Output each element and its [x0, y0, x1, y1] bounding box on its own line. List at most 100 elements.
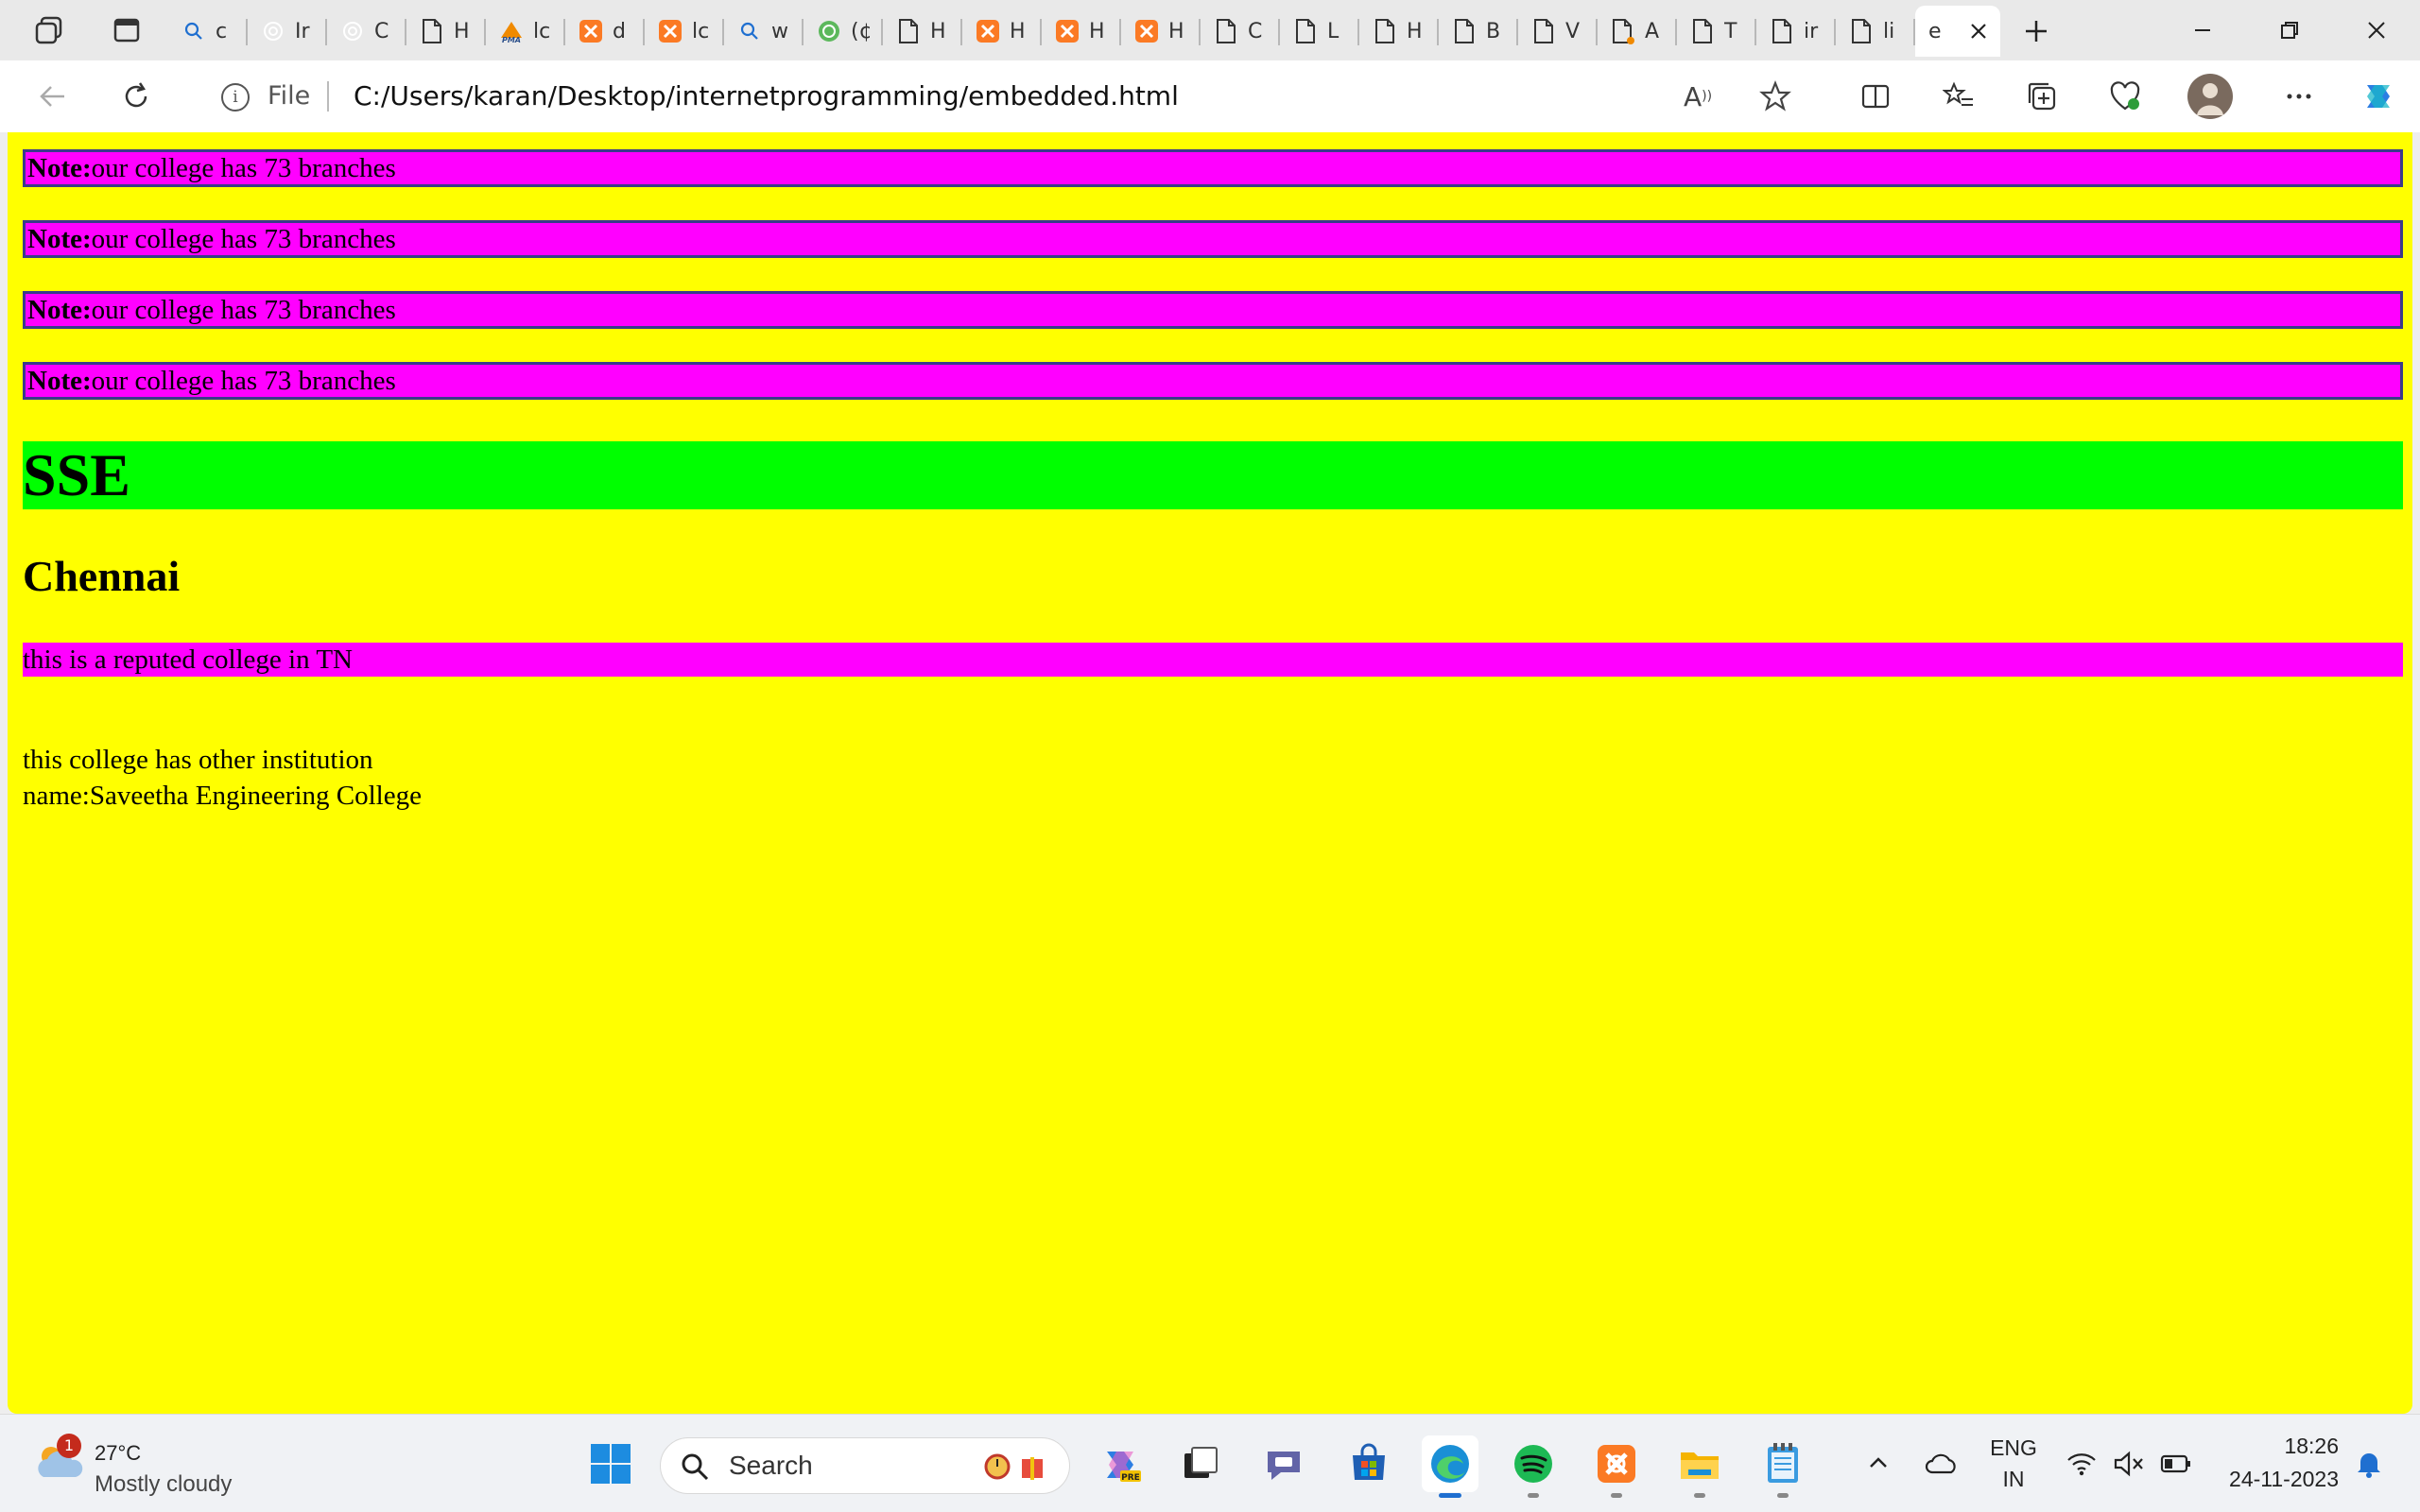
microsoft-store-icon[interactable]	[1340, 1435, 1397, 1492]
task-view-icon[interactable]	[1172, 1435, 1229, 1492]
tab-list: c Ir C H PMA lc d lc w (¢ H H H H C L H B V A Tir li e	[168, 6, 2065, 57]
notepad-icon[interactable]	[1754, 1435, 1811, 1498]
search-highlight-icon	[984, 1453, 1043, 1480]
green-circle-icon	[815, 17, 843, 45]
chatgpt-icon	[259, 17, 287, 45]
browser-tab[interactable]: B	[1439, 6, 1518, 57]
language-code: ENG	[1990, 1435, 2037, 1460]
chevron-up-icon[interactable]	[1862, 1447, 1894, 1479]
tab-title: H	[454, 19, 470, 43]
page-icon	[1212, 17, 1240, 45]
browser-tab[interactable]: c	[168, 6, 248, 57]
note-text: our college has 73 branches	[91, 295, 396, 325]
language-indicator[interactable]: ENG IN	[1989, 1435, 2038, 1492]
teams-chat-icon[interactable]	[1255, 1435, 1312, 1492]
tab-title: T	[1724, 19, 1737, 43]
browser-essentials-icon[interactable]	[2104, 76, 2146, 117]
note-box-2: Note:our college has 73 branches	[23, 220, 2403, 258]
back-icon[interactable]	[32, 76, 74, 117]
address-bar[interactable]: i File C:/Users/karan/Desktop/internetpr…	[187, 68, 1823, 125]
taskbar-search[interactable]: Search	[660, 1437, 1070, 1494]
browser-tab[interactable]: w	[724, 6, 804, 57]
tab-strip: c Ir C H PMA lc d lc w (¢ H H H H C L H B V A Tir li e	[0, 0, 2420, 60]
new-tab-plus-icon[interactable]	[2008, 6, 2065, 57]
xampp-taskbar-icon[interactable]	[1588, 1435, 1645, 1498]
region-code: IN	[2002, 1467, 2025, 1491]
site-info-icon[interactable]: i	[221, 83, 250, 112]
browser-tab[interactable]: A	[1598, 6, 1677, 57]
search-label: Search	[729, 1451, 813, 1480]
browser-tab[interactable]: li	[1836, 6, 1915, 57]
split-screen-icon[interactable]	[1855, 76, 1896, 117]
page-icon	[894, 17, 923, 45]
svg-text:PRE: PRE	[1121, 1473, 1140, 1483]
browser-tab[interactable]: Ir	[248, 6, 327, 57]
browser-tab[interactable]: (¢	[804, 6, 883, 57]
running-indicator	[1611, 1493, 1622, 1498]
close-tab-icon[interactable]	[1966, 19, 1991, 43]
browser-tab[interactable]: H	[1042, 6, 1121, 57]
start-button[interactable]	[582, 1435, 639, 1492]
clock[interactable]: 18:26 24-11-2023	[2216, 1434, 2339, 1492]
note-text: our college has 73 branches	[91, 224, 396, 254]
note-box-1: Note:our college has 73 branches	[23, 149, 2403, 187]
spotify-icon[interactable]	[1505, 1435, 1562, 1498]
onedrive-icon[interactable]	[1923, 1445, 1961, 1483]
volume-muted-icon[interactable]	[2112, 1447, 2146, 1481]
copilot-pre-taskbar-icon[interactable]: PRE	[1093, 1435, 1150, 1492]
collections-icon[interactable]	[2021, 76, 2063, 117]
page-subheading: Chennai	[23, 552, 181, 600]
notification-bell-icon[interactable]	[2352, 1447, 2386, 1481]
tab-actions-icon[interactable]	[106, 9, 147, 51]
workspaces-icon[interactable]	[28, 9, 70, 51]
active-browser-tab[interactable]: e	[1915, 6, 2000, 57]
minimize-icon[interactable]	[2161, 0, 2244, 60]
xampp-icon	[974, 17, 1002, 45]
browser-tab[interactable]: H	[406, 6, 486, 57]
favorites-icon[interactable]	[1938, 76, 1979, 117]
browser-tab[interactable]: H	[883, 6, 962, 57]
restore-icon[interactable]	[2248, 0, 2331, 60]
note-label: Note:	[27, 153, 92, 183]
browser-tab[interactable]: C	[327, 6, 406, 57]
search-icon	[735, 17, 764, 45]
page-edit-icon	[1609, 17, 1637, 45]
read-aloud-icon[interactable]: A))	[1679, 77, 1717, 115]
browser-tab[interactable]: H	[962, 6, 1042, 57]
browser-tab[interactable]: T	[1677, 6, 1756, 57]
tab-title: H	[1407, 19, 1423, 43]
page-icon	[1847, 17, 1876, 45]
chatgpt-icon	[338, 17, 367, 45]
tab-title: B	[1486, 19, 1501, 43]
more-options-icon[interactable]	[2278, 76, 2320, 117]
url-text[interactable]: C:/Users/karan/Desktop/internetprogrammi…	[354, 80, 1179, 112]
tab-title: H	[1010, 19, 1026, 43]
tab-title: ir	[1804, 19, 1819, 43]
edge-taskbar-icon[interactable]	[1422, 1435, 1478, 1498]
file-explorer-icon[interactable]	[1671, 1435, 1728, 1498]
clock-date: 24-11-2023	[2229, 1467, 2339, 1491]
browser-tab[interactable]: C	[1201, 6, 1280, 57]
close-window-icon[interactable]	[2335, 0, 2418, 60]
wifi-icon[interactable]	[2065, 1447, 2099, 1481]
note-text: our college has 73 branches	[91, 153, 396, 183]
page-icon	[1688, 17, 1717, 45]
xampp-icon	[1132, 17, 1161, 45]
xampp-icon	[577, 17, 605, 45]
profile-avatar[interactable]	[2187, 74, 2233, 119]
favorite-star-icon[interactable]	[1756, 77, 1794, 115]
browser-tab[interactable]: H	[1359, 6, 1439, 57]
browser-tab[interactable]: d	[565, 6, 645, 57]
copilot-icon[interactable]	[2358, 76, 2399, 117]
browser-tab[interactable]: ir	[1756, 6, 1836, 57]
browser-tab[interactable]: V	[1518, 6, 1598, 57]
battery-icon[interactable]	[2159, 1447, 2193, 1481]
weather-badge: 1	[57, 1434, 81, 1458]
refresh-icon[interactable]	[115, 76, 157, 117]
browser-tab[interactable]: lc	[645, 6, 724, 57]
weather-widget[interactable]: 1 27°C Mostly cloudy	[28, 1432, 255, 1498]
browser-tab[interactable]: H	[1121, 6, 1201, 57]
browser-tab[interactable]: L	[1280, 6, 1359, 57]
search-icon	[180, 17, 208, 45]
browser-tab[interactable]: PMA lc	[486, 6, 565, 57]
